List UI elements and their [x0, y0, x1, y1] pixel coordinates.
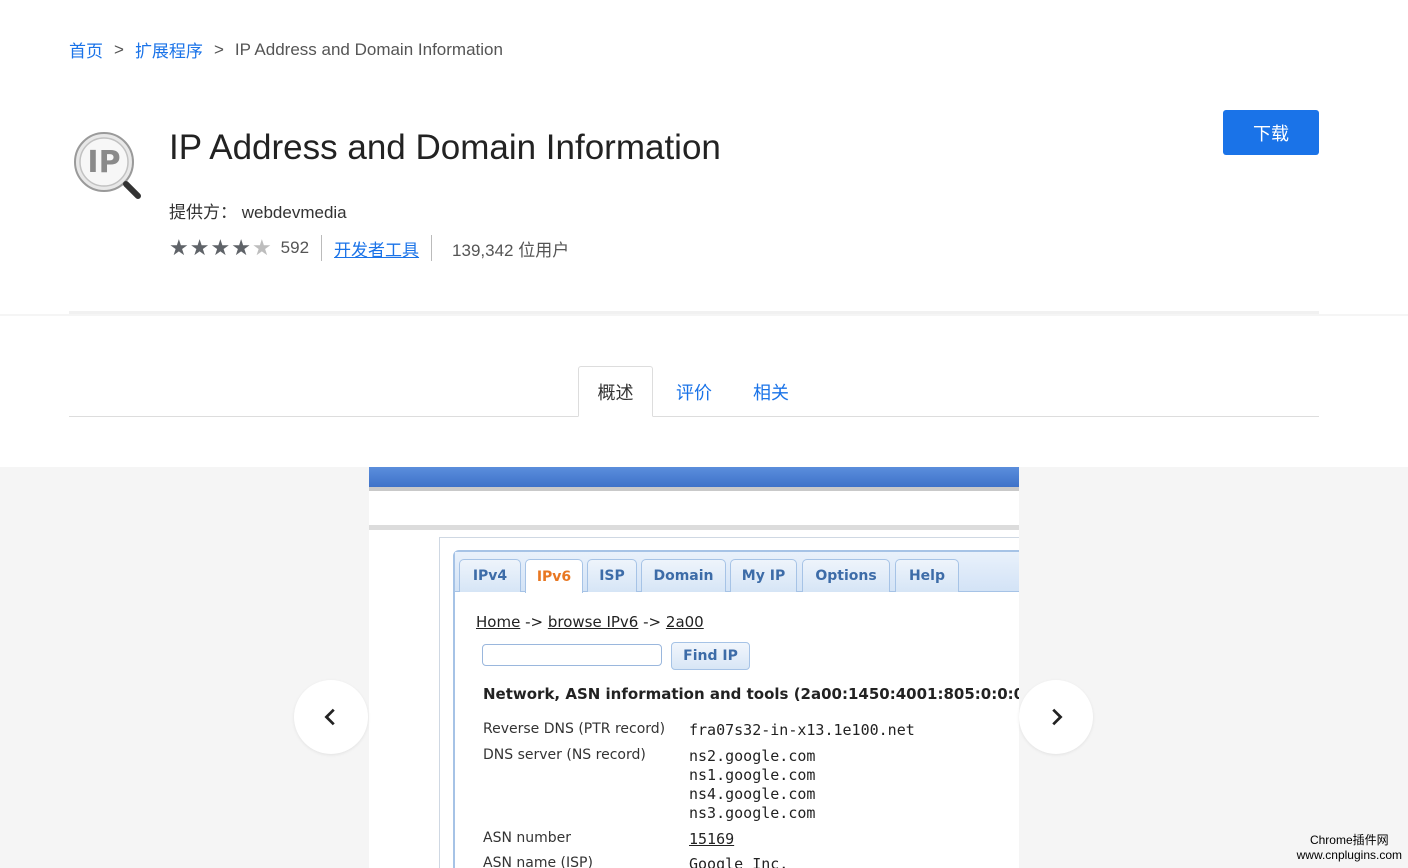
shot-row-label: ASN number — [483, 830, 572, 846]
category-link[interactable]: 开发者工具 — [334, 236, 419, 261]
divider — [431, 235, 433, 261]
divider — [321, 235, 323, 261]
shot-row-label: Reverse DNS (PTR record) — [483, 721, 666, 737]
provider-label: 提供方： — [169, 203, 237, 222]
shot-tab-domain: Domain — [641, 559, 726, 592]
shot-tab-isp: ISP — [587, 559, 637, 592]
star-filled-icon: ★ — [210, 235, 231, 260]
shot-crumb-home: Home — [476, 613, 521, 631]
shot-find-button: Find IP — [671, 642, 750, 670]
breadcrumb-separator: > — [114, 39, 124, 59]
star-filled-icon: ★ — [189, 235, 210, 260]
shot-tab-ipv6: IPv6 — [525, 559, 583, 593]
star-empty-icon: ★ — [251, 235, 272, 260]
shot-tab-ipv4: IPv4 — [459, 559, 521, 592]
shot-crumb-arrow: -> — [643, 613, 662, 631]
tab-overview[interactable]: 概述 — [578, 366, 653, 417]
rating-stars: ★ ★ ★ ★ ★ — [169, 237, 273, 259]
breadcrumb-current: IP Address and Domain Information — [234, 39, 503, 59]
star-filled-icon: ★ — [169, 235, 189, 260]
shot-row-label: ASN name (ISP) — [483, 855, 593, 868]
download-button[interactable]: 下载 — [1223, 110, 1319, 155]
header-divider — [0, 314, 1408, 316]
rating-count[interactable]: 592 — [281, 238, 309, 258]
breadcrumb-home[interactable]: 首页 — [69, 37, 103, 62]
shot-row-value: ns2.google.com — [689, 747, 816, 765]
carousel-next-button[interactable] — [1019, 680, 1093, 754]
chevron-right-icon — [1052, 708, 1063, 726]
shot-row-value: ns1.google.com — [689, 766, 816, 784]
svg-text:IP: IP — [87, 145, 120, 180]
shot-row-value: fra07s32-in-x13.1e100.net — [689, 721, 915, 739]
screenshot-bar — [369, 487, 1019, 491]
tab-reviews[interactable]: 评价 — [666, 366, 722, 417]
shot-tab-help: Help — [895, 559, 959, 592]
shot-search-input — [482, 644, 662, 666]
watermark-line1: Chrome插件网 — [1309, 833, 1389, 847]
breadcrumb-category[interactable]: 扩展程序 — [135, 37, 203, 62]
extension-meta: ★ ★ ★ ★ ★ 592 开发者工具 139,342 位用户 — [169, 235, 569, 261]
user-count: 139,342 位用户 — [452, 240, 570, 260]
star-filled-icon: ★ — [231, 235, 251, 260]
extension-title: IP Address and Domain Information — [169, 128, 721, 167]
ip-magnifier-icon: IP — [72, 132, 144, 204]
shot-row-value: Google Inc. — [689, 855, 789, 868]
watermark-line2: www.cnplugins.com — [1296, 848, 1402, 862]
shot-crumb-prefix: 2a00 — [665, 613, 704, 631]
shot-crumb-arrow: -> — [525, 613, 544, 631]
watermark: Chrome插件网 www.cnplugins.com — [1297, 833, 1402, 863]
shot-row-label: DNS server (NS record) — [483, 747, 646, 763]
shot-tab-options: Options — [802, 559, 890, 592]
screenshot-titlebar — [369, 467, 1019, 487]
carousel-prev-button[interactable] — [294, 680, 368, 754]
shot-row-value: ns3.google.com — [689, 804, 816, 822]
screenshot-bar — [369, 525, 1019, 530]
breadcrumb-separator: > — [213, 39, 224, 59]
tab-related[interactable]: 相关 — [744, 366, 798, 417]
shot-breadcrumb: Home -> browse IPv6 -> 2a00 — [476, 613, 704, 631]
shot-row-value: 15169 — [689, 830, 735, 848]
chevron-left-icon — [324, 708, 335, 726]
breadcrumb: 首页 > 扩展程序 > IP Address and Domain Inform… — [69, 37, 503, 62]
shot-row-value: ns4.google.com — [689, 785, 816, 803]
provider-name: webdevmedia — [241, 203, 347, 222]
shot-crumb-browse: browse IPv6 — [547, 613, 639, 631]
screenshot-image: IPv4 IPv6 ISP Domain My IP Options Help … — [369, 467, 1019, 868]
provider: 提供方： webdevmedia — [169, 198, 347, 223]
shot-tab-myip: My IP — [730, 559, 797, 592]
shot-heading: Network, ASN information and tools (2a00… — [483, 685, 1019, 703]
